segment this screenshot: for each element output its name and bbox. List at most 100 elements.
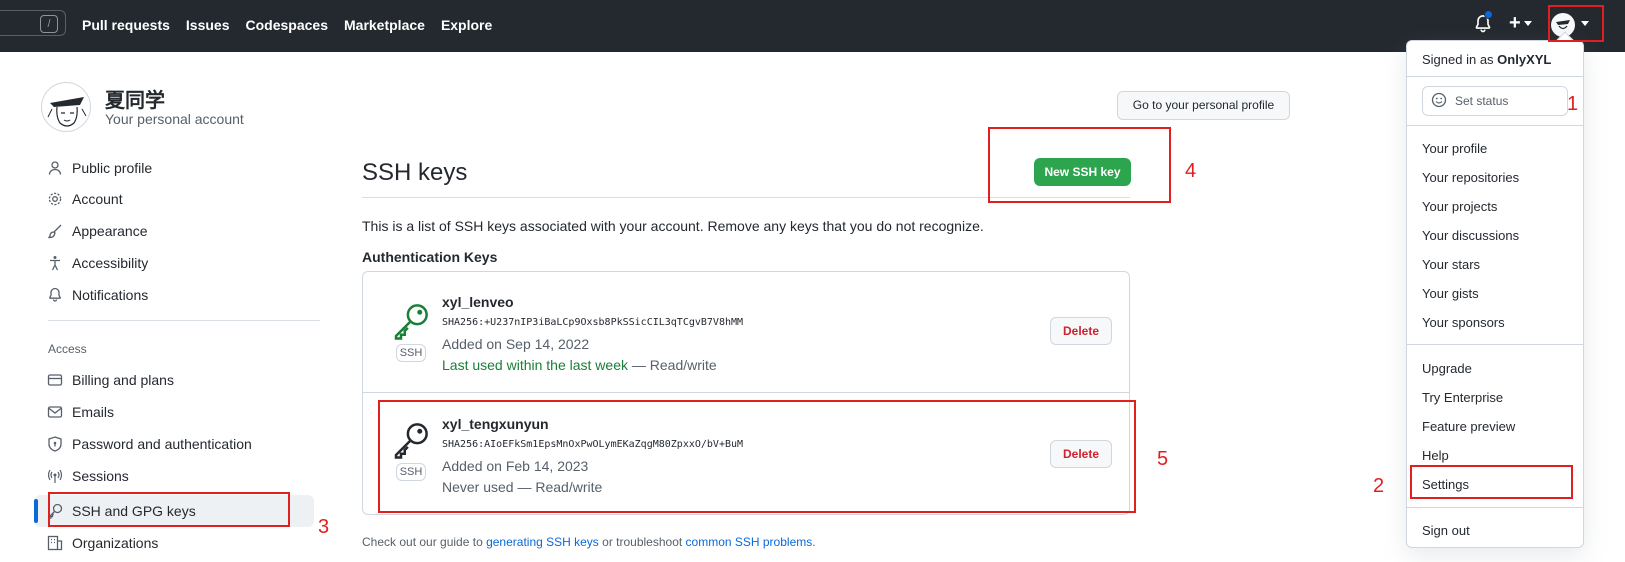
sidebar-item-emails[interactable]: Emails xyxy=(47,399,114,425)
dropdown-divider xyxy=(1407,507,1583,508)
key-last-used-status: Last used within the last week xyxy=(442,357,628,373)
sidebar-divider xyxy=(48,320,320,321)
annotation-box-2 xyxy=(1410,465,1573,499)
sidebar-item-label: Account xyxy=(72,191,123,207)
accessibility-icon xyxy=(50,256,60,271)
sidebar-active-indicator xyxy=(34,499,38,523)
shield-lock-icon xyxy=(48,436,62,452)
sidebar-item-billing[interactable]: Billing and plans xyxy=(47,367,174,393)
keys-divider xyxy=(363,392,1129,393)
goto-profile-button[interactable]: Go to your personal profile xyxy=(1117,91,1290,120)
menu-item-your-sponsors[interactable]: Your sponsors xyxy=(1422,315,1505,330)
key-fingerprint: SHA256:+U237nIP3iBaLCp9Oxsb8PkSSicCIL3qT… xyxy=(442,317,744,328)
annotation-number-1: 1 xyxy=(1567,93,1579,115)
annotation-number-4: 4 xyxy=(1185,160,1197,182)
organization-icon xyxy=(47,535,63,551)
sidebar-item-label: Appearance xyxy=(72,223,148,239)
gear-icon xyxy=(48,192,62,206)
sidebar-item-label: Emails xyxy=(72,404,115,420)
credit-card-icon xyxy=(47,374,63,386)
common-ssh-problems-link[interactable]: common SSH problems xyxy=(686,535,813,549)
profile-name: 夏同学 xyxy=(105,90,165,112)
annotation-number-5: 5 xyxy=(1157,448,1169,470)
sidebar-item-label: Organizations xyxy=(72,535,159,551)
profile-avatar xyxy=(41,82,91,132)
guide-text: Check out our guide to generating SSH ke… xyxy=(362,535,816,549)
guide-suffix: . xyxy=(812,535,816,549)
sidebar-item-accessibility[interactable]: Accessibility xyxy=(47,250,148,276)
nav-issues[interactable]: Issues xyxy=(186,17,230,33)
dropdown-divider xyxy=(1407,76,1583,77)
sidebar-item-notifications[interactable]: Notifications xyxy=(47,282,148,308)
sidebar-item-label: Billing and plans xyxy=(72,372,174,388)
top-header: / Pull requests Issues Codespaces Market… xyxy=(0,0,1625,52)
menu-item-your-stars[interactable]: Your stars xyxy=(1422,257,1480,272)
key-access-level: — Read/write xyxy=(628,357,717,373)
menu-item-upgrade[interactable]: Upgrade xyxy=(1422,361,1472,376)
sidebar-item-label: Public profile xyxy=(72,160,153,176)
nav-marketplace[interactable]: Marketplace xyxy=(344,17,425,33)
sidebar-item-account[interactable]: Account xyxy=(47,186,123,212)
sidebar-heading-access: Access xyxy=(48,342,87,356)
sidebar-item-organizations[interactable]: Organizations xyxy=(47,530,158,556)
key-last-used: Last used within the last week — Read/wr… xyxy=(442,357,717,373)
menu-item-sign-out[interactable]: Sign out xyxy=(1422,523,1470,538)
nav-pull-requests[interactable]: Pull requests xyxy=(82,17,170,33)
sidebar-item-public-profile[interactable]: Public profile xyxy=(47,155,152,181)
page-description: This is a list of SSH keys associated wi… xyxy=(362,218,984,234)
nav-codespaces[interactable]: Codespaces xyxy=(246,17,328,33)
paintbrush-icon xyxy=(47,224,62,239)
bell-icon xyxy=(49,287,61,302)
sidebar-item-sessions[interactable]: Sessions xyxy=(47,463,129,489)
sidebar-item-label: Notifications xyxy=(72,287,149,303)
unread-indicator xyxy=(1484,10,1493,19)
annotation-box-1 xyxy=(1548,5,1604,42)
menu-item-your-profile[interactable]: Your profile xyxy=(1422,141,1487,156)
auth-keys-heading: Authentication Keys xyxy=(362,249,498,265)
annotation-box-3 xyxy=(48,492,290,527)
profile-subtitle: Your personal account xyxy=(105,111,244,127)
menu-item-help[interactable]: Help xyxy=(1422,448,1449,463)
sidebar-item-label: Password and authentication xyxy=(72,436,252,452)
generating-ssh-keys-link[interactable]: generating SSH keys xyxy=(486,535,599,549)
nav-explore[interactable]: Explore xyxy=(441,17,492,33)
key-icon xyxy=(394,304,428,340)
guide-prefix: Check out our guide to xyxy=(362,535,487,549)
sidebar-item-label: Accessibility xyxy=(72,255,149,271)
header-nav: Pull requests Issues Codespaces Marketpl… xyxy=(82,17,492,33)
sidebar-item-password[interactable]: Password and authentication xyxy=(47,431,252,457)
broadcast-icon xyxy=(47,469,63,483)
username: OnlyXYL xyxy=(1497,52,1552,67)
menu-item-your-projects[interactable]: Your projects xyxy=(1422,199,1497,214)
dropdown-divider xyxy=(1407,125,1583,126)
menu-item-try-enterprise[interactable]: Try Enterprise xyxy=(1422,390,1503,405)
page-title: SSH keys xyxy=(362,159,468,186)
annotation-number-2: 2 xyxy=(1373,475,1385,497)
sidebar-item-appearance[interactable]: Appearance xyxy=(47,218,148,244)
annotation-box-5 xyxy=(378,400,1136,513)
sidebar-item-label: Sessions xyxy=(72,468,129,484)
dropdown-divider xyxy=(1407,344,1583,345)
key-name: xyl_lenveo xyxy=(442,294,514,310)
chevron-down-icon xyxy=(1523,21,1532,27)
person-icon xyxy=(48,161,62,175)
annotation-number-3: 3 xyxy=(318,516,330,538)
key-added-date: Added on Sep 14, 2022 xyxy=(442,336,590,352)
signed-in-prefix: Signed in as xyxy=(1422,52,1498,67)
signed-in-as: Signed in as OnlyXYL xyxy=(1422,52,1551,67)
menu-item-your-gists[interactable]: Your gists xyxy=(1422,286,1479,301)
plus-icon: + xyxy=(1509,12,1521,34)
menu-item-feature-preview[interactable]: Feature preview xyxy=(1422,419,1515,434)
smiley-icon xyxy=(1431,92,1447,108)
avatar-icon xyxy=(47,97,87,127)
slash-shortcut-key: / xyxy=(40,15,58,33)
menu-item-your-repositories[interactable]: Your repositories xyxy=(1422,170,1519,185)
search-input[interactable]: / xyxy=(0,10,66,36)
delete-key-button[interactable]: Delete xyxy=(1050,317,1112,345)
create-new-button[interactable]: + xyxy=(1509,12,1532,34)
menu-item-your-discussions[interactable]: Your discussions xyxy=(1422,228,1519,243)
mail-icon xyxy=(47,406,63,418)
ssh-badge: SSH xyxy=(396,344,426,362)
guide-middle: or troubleshoot xyxy=(598,535,686,549)
annotation-box-4 xyxy=(988,127,1171,203)
